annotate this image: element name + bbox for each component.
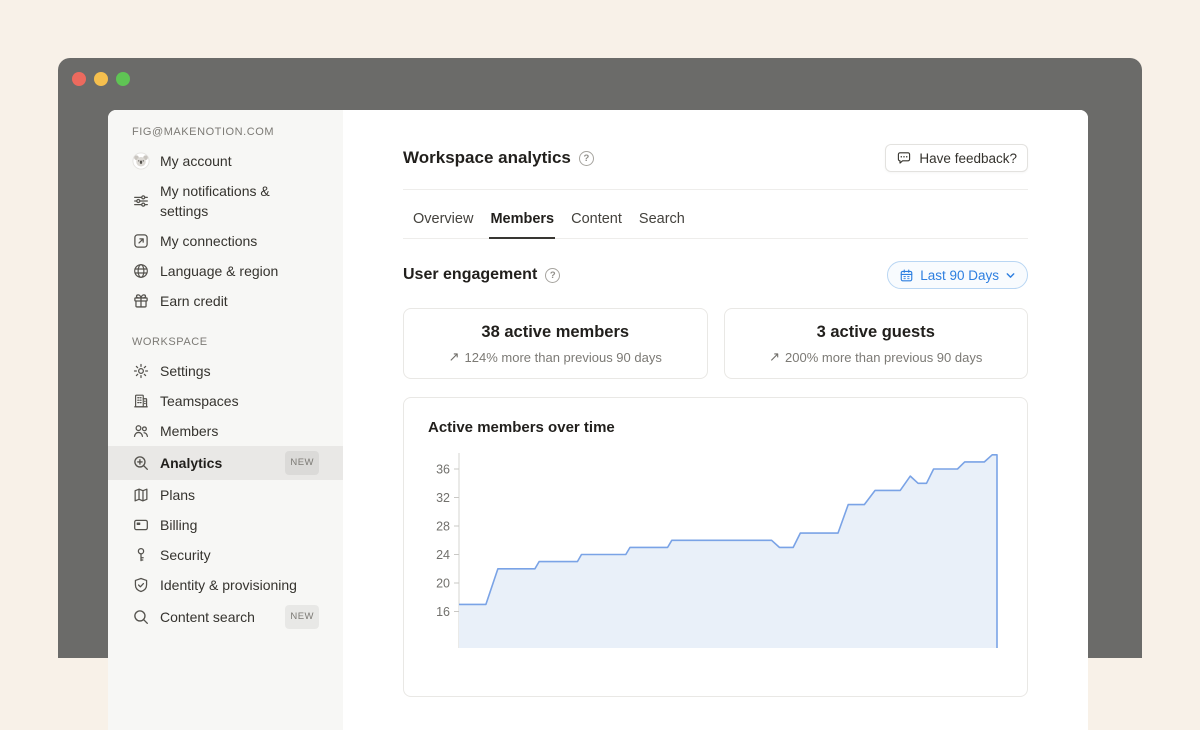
svg-text:24: 24	[436, 548, 450, 562]
stat-title: 38 active members	[412, 323, 699, 342]
page-header: Workspace analytics ? Have feedback?	[403, 144, 1028, 172]
stat-title: 3 active guests	[733, 323, 1020, 342]
app-window: FIG@MAKENOTION.COM My account My notifica…	[58, 58, 1142, 658]
sidebar-item-label: My notifications & settings	[160, 181, 319, 221]
header-divider	[403, 189, 1028, 190]
key-icon	[132, 546, 150, 564]
svg-text:32: 32	[436, 491, 450, 505]
avatar-koala-icon	[132, 152, 150, 170]
help-icon[interactable]: ?	[545, 268, 560, 283]
user-engagement-header: User engagement ? Last 90 Days	[403, 261, 1028, 289]
sliders-icon	[132, 192, 150, 210]
have-feedback-button[interactable]: Have feedback?	[885, 144, 1028, 172]
speech-bubble-icon	[896, 150, 912, 166]
page-title: Workspace analytics	[403, 148, 571, 168]
window-titlebar	[58, 58, 1142, 110]
credit-card-icon	[132, 516, 150, 534]
sidebar-item-content-search[interactable]: Content search NEW	[108, 600, 343, 634]
feedback-button-label: Have feedback?	[919, 151, 1017, 166]
section-title: User engagement	[403, 266, 537, 284]
sidebar-item-label: Plans	[160, 485, 319, 505]
building-icon	[132, 392, 150, 410]
sidebar-item-earn-credit[interactable]: Earn credit	[108, 286, 343, 316]
stat-subtitle: ↗ 124% more than previous 90 days	[412, 349, 699, 365]
sidebar-item-plans[interactable]: Plans	[108, 480, 343, 510]
new-badge: NEW	[285, 605, 319, 629]
tab-search[interactable]: Search	[638, 211, 686, 238]
analytics-tabs: Overview Members Content Search	[403, 211, 1028, 239]
chevron-down-icon	[1005, 270, 1016, 281]
sidebar-item-label: Billing	[160, 515, 319, 535]
tab-overview[interactable]: Overview	[412, 211, 474, 238]
date-range-label: Last 90 Days	[920, 268, 999, 283]
svg-text:16: 16	[436, 605, 450, 619]
tab-members[interactable]: Members	[489, 211, 555, 239]
stat-cards-row: 38 active members ↗ 124% more than previou…	[403, 308, 1028, 379]
shield-check-icon	[132, 576, 150, 594]
svg-text:20: 20	[436, 577, 450, 591]
sidebar-item-security[interactable]: Security	[108, 540, 343, 570]
stat-subtitle: ↗ 200% more than previous 90 days	[733, 349, 1020, 365]
svg-text:36: 36	[436, 463, 450, 477]
active-members-chart: 16 20 24 28 32 36	[404, 398, 1028, 648]
sidebar-item-label: Teamspaces	[160, 391, 319, 411]
sidebar-item-label: Language & region	[160, 261, 319, 281]
workspace-section-heading: WORKSPACE	[108, 336, 343, 348]
sidebar-item-analytics[interactable]: Analytics NEW	[108, 446, 343, 480]
sidebar-item-identity-provisioning[interactable]: Identity & provisioning	[108, 570, 343, 600]
tab-content[interactable]: Content	[570, 211, 623, 238]
svg-text:28: 28	[436, 520, 450, 534]
sidebar-item-label: Settings	[160, 361, 319, 381]
help-icon[interactable]: ?	[579, 151, 594, 166]
sidebar-item-my-notifications-settings[interactable]: My notifications & settings	[108, 176, 343, 226]
window-minimize-button[interactable]	[94, 72, 108, 86]
sidebar-item-my-account[interactable]: My account	[108, 146, 343, 176]
calendar-icon	[899, 268, 914, 283]
window-close-button[interactable]	[72, 72, 86, 86]
stat-subtitle-text: 124% more than previous 90 days	[465, 350, 662, 365]
sidebar-item-label: Content search	[160, 607, 273, 627]
sidebar-item-label: Security	[160, 545, 319, 565]
chart-card: Active members over time 162024283236	[403, 397, 1028, 697]
sidebar-item-members[interactable]: Members	[108, 416, 343, 446]
trend-up-icon: ↗	[449, 349, 460, 365]
account-section: My account My notifications & settings My …	[108, 146, 343, 316]
stat-card-38-active-members: 38 active members ↗ 124% more than previou…	[403, 308, 708, 379]
map-icon	[132, 486, 150, 504]
settings-sidebar: FIG@MAKENOTION.COM My account My notifica…	[108, 110, 343, 730]
date-range-button[interactable]: Last 90 Days	[887, 261, 1028, 289]
sidebar-item-label: Members	[160, 421, 319, 441]
sidebar-item-settings[interactable]: Settings	[108, 356, 343, 386]
stat-subtitle-text: 200% more than previous 90 days	[785, 350, 982, 365]
new-badge: NEW	[285, 451, 319, 475]
trend-up-icon: ↗	[769, 349, 780, 365]
window-zoom-button[interactable]	[116, 72, 130, 86]
workspace-section: Settings Teamspaces Members Analytics NEW Pla…	[108, 356, 343, 634]
sidebar-item-language-region[interactable]: Language & region	[108, 256, 343, 286]
magnifier-icon	[132, 608, 150, 626]
sidebar-item-label: My account	[160, 151, 319, 171]
sidebar-item-my-connections[interactable]: My connections	[108, 226, 343, 256]
gift-icon	[132, 292, 150, 310]
people-icon	[132, 422, 150, 440]
sidebar-item-label: My connections	[160, 231, 319, 251]
stat-card-3-active-guests: 3 active guests ↗ 200% more than previous …	[724, 308, 1029, 379]
sidebar-item-billing[interactable]: Billing	[108, 510, 343, 540]
sidebar-item-label: Identity & provisioning	[160, 575, 319, 595]
sidebar-item-label: Analytics	[160, 453, 273, 473]
globe-icon	[132, 262, 150, 280]
magnifier-plus-icon	[132, 454, 150, 472]
sidebar-item-label: Earn credit	[160, 291, 319, 311]
sidebar-item-teamspaces[interactable]: Teamspaces	[108, 386, 343, 416]
settings-panel: FIG@MAKENOTION.COM My account My notifica…	[108, 110, 1088, 730]
arrow-up-right-square-icon	[132, 232, 150, 250]
gear-icon	[132, 362, 150, 380]
account-email: FIG@MAKENOTION.COM	[108, 126, 343, 138]
analytics-main: Workspace analytics ? Have feedback? Ove…	[343, 110, 1088, 730]
